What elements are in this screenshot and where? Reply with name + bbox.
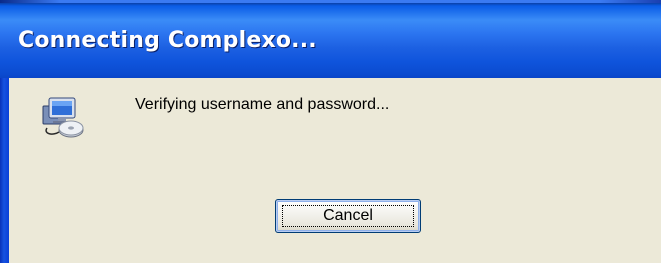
- cancel-button-label: Cancel: [282, 205, 414, 227]
- dialog-client-area: Verifying username and password... Cance…: [9, 78, 661, 263]
- cancel-button[interactable]: Cancel: [275, 199, 421, 233]
- dialog-window: Connecting Complexo... Verifying usernam…: [0, 0, 661, 263]
- title-bar[interactable]: Connecting Complexo...: [0, 0, 661, 78]
- window-title: Connecting Complexo...: [18, 28, 317, 53]
- window-left-border: [0, 78, 9, 263]
- title-bar-highlight: [0, 0, 661, 3]
- network-connection-icon: [42, 97, 84, 138]
- status-message: Verifying username and password...: [135, 96, 390, 113]
